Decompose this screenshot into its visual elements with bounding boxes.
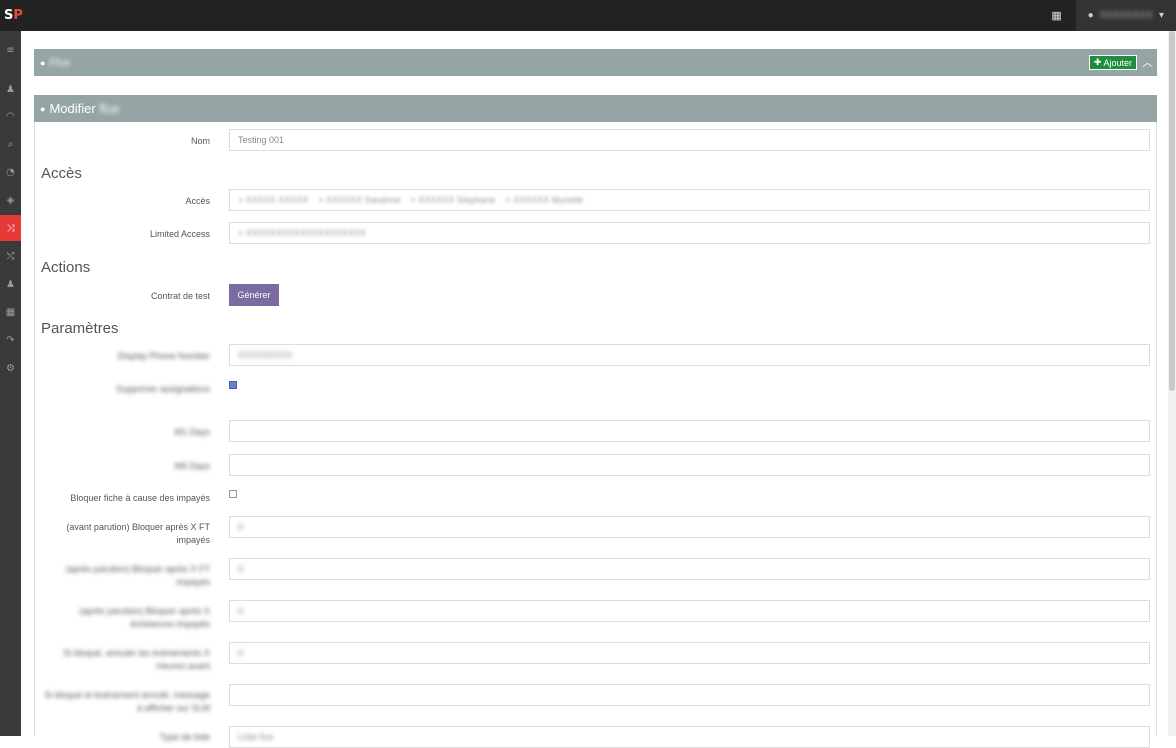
users-icon[interactable]: ♟ — [0, 76, 21, 102]
apres-value: 0 — [238, 564, 244, 574]
user-icon: ● — [1087, 10, 1094, 21]
si-bloque-label: Si bloqué, annuler les événements X Heur… — [63, 648, 210, 671]
settings-icon[interactable]: ⚙ — [0, 355, 21, 381]
user-name: XXXXXXXX — [1099, 10, 1153, 21]
avant-label: (avant parution) Bloquer après X FT impa… — [66, 522, 210, 545]
si-bloque-msg-label: Si bloqué et événement annulé, message à… — [44, 690, 210, 713]
group-icon[interactable]: ♟ — [0, 271, 21, 297]
acces-tag[interactable]: × XXXXXX Murielle — [505, 195, 583, 205]
edit-form: Nom Testing 001 Accès Accès × XXXXX XXXX… — [34, 122, 1157, 748]
type-liste-value: Liste fixe — [238, 732, 274, 742]
limited-access-tag[interactable]: × XXXXXXXXXXXXXXXXXXXX — [238, 228, 366, 238]
bloquer-checkbox[interactable] — [229, 490, 237, 498]
globe-icon: ● — [40, 57, 46, 68]
plus-icon: ✚ — [1093, 57, 1102, 67]
scrollbar[interactable] — [1168, 31, 1176, 736]
add-button[interactable]: ✚ Ajouter — [1088, 55, 1137, 70]
section-actions: Actions — [41, 259, 91, 276]
apres-input[interactable]: 0 — [229, 558, 1150, 580]
si-bloque-input[interactable]: 0 — [229, 642, 1150, 664]
edit-panel-title-entity: flux — [99, 101, 120, 116]
collapse-chevron-icon[interactable]: ︿ — [1142, 54, 1153, 70]
acces-tag[interactable]: × XXXXX XXXXX — [238, 195, 308, 205]
avant-value: 0 — [238, 522, 244, 532]
apres2-label: (après parution) Bloquer après X échéanc… — [79, 606, 210, 629]
flux-panel-title: Flux — [49, 56, 71, 69]
edit-panel-title: Modifier — [49, 101, 96, 116]
section-acces: Accès — [41, 165, 82, 182]
acces-tag[interactable]: × XXXXXX Sandrine — [318, 195, 400, 205]
flux-panel-header: ● Flux ✚ Ajouter ︿ — [34, 49, 1157, 76]
apres2-value: 0 — [238, 606, 244, 616]
app-logo[interactable]: SP — [4, 8, 23, 23]
limited-access-multiselect[interactable]: × XXXXXXXXXXXXXXXXXXXX — [229, 222, 1150, 244]
supprimer-label: Supprimer assignations — [115, 384, 210, 394]
phone-label: Display Phone Number — [117, 351, 210, 361]
headset-icon[interactable]: ◠ — [0, 103, 21, 129]
phone-input[interactable]: XXXXXXXXX — [229, 344, 1150, 366]
grid-icon[interactable]: ▦ — [0, 299, 21, 325]
phone-value: XXXXXXXXX — [238, 350, 293, 360]
chevron-down-icon: ▾ — [1158, 10, 1164, 21]
limited-access-label: Limited Access — [149, 229, 210, 239]
nom-label: Nom — [190, 136, 210, 146]
m1-label: M1 Days — [174, 427, 210, 437]
shuffle-icon[interactable]: ⤨ — [0, 215, 21, 241]
si-bloque-value: 0 — [238, 648, 244, 658]
acces-multiselect[interactable]: × XXXXX XXXXX × XXXXXX Sandrine × XXXXXX… — [229, 189, 1150, 211]
apres2-input[interactable]: 0 — [229, 600, 1150, 622]
m1-input[interactable] — [229, 420, 1150, 442]
m6-input[interactable] — [229, 454, 1150, 476]
globe-icon: ● — [40, 103, 46, 114]
acces-label: Accès — [185, 196, 210, 206]
generer-button[interactable]: Générer — [229, 284, 279, 306]
contrat-label: Contrat de test — [150, 291, 210, 301]
dashboard-icon[interactable]: ◔ — [0, 159, 21, 185]
sidebar: ≡ ♟ ◠ ⌕ ◔ ◈ ⤨ ⤭ ♟ ▦ ↷ ⚙ — [0, 31, 21, 736]
section-parametres: Paramètres — [41, 320, 119, 337]
nom-input[interactable]: Testing 001 — [229, 129, 1150, 151]
acces-tag[interactable]: × XXXXXX Stephane — [411, 195, 496, 205]
apres-label: (après parution) Bloquer après X FT impa… — [65, 564, 210, 587]
search-icon[interactable]: ⌕ — [0, 131, 21, 157]
supprimer-checkbox[interactable] — [229, 381, 237, 389]
m6-label: M6 Days — [174, 461, 210, 471]
random-icon[interactable]: ⤭ — [0, 243, 21, 269]
avant-input[interactable]: 0 — [229, 516, 1150, 538]
type-liste-select[interactable]: Liste fixe — [229, 726, 1150, 748]
bloquer-label: Bloquer fiche à cause des impayés — [70, 493, 210, 503]
menu-toggle-icon[interactable]: ≡ — [0, 37, 21, 63]
type-liste-label: Type de liste — [159, 732, 210, 742]
calendar-icon[interactable]: ▦ — [1044, 0, 1070, 31]
scroll-thumb[interactable] — [1169, 31, 1175, 391]
top-bar: SP ▦ ● XXXXXXXX ▾ — [0, 0, 1176, 31]
share-icon[interactable]: ↷ — [0, 327, 21, 353]
edit-panel-header: ● Modifier flux — [34, 95, 1157, 122]
user-menu[interactable]: ● XXXXXXXX ▾ — [1075, 0, 1176, 31]
si-bloque-msg-input[interactable] — [229, 684, 1150, 706]
tag-icon[interactable]: ◈ — [0, 187, 21, 213]
